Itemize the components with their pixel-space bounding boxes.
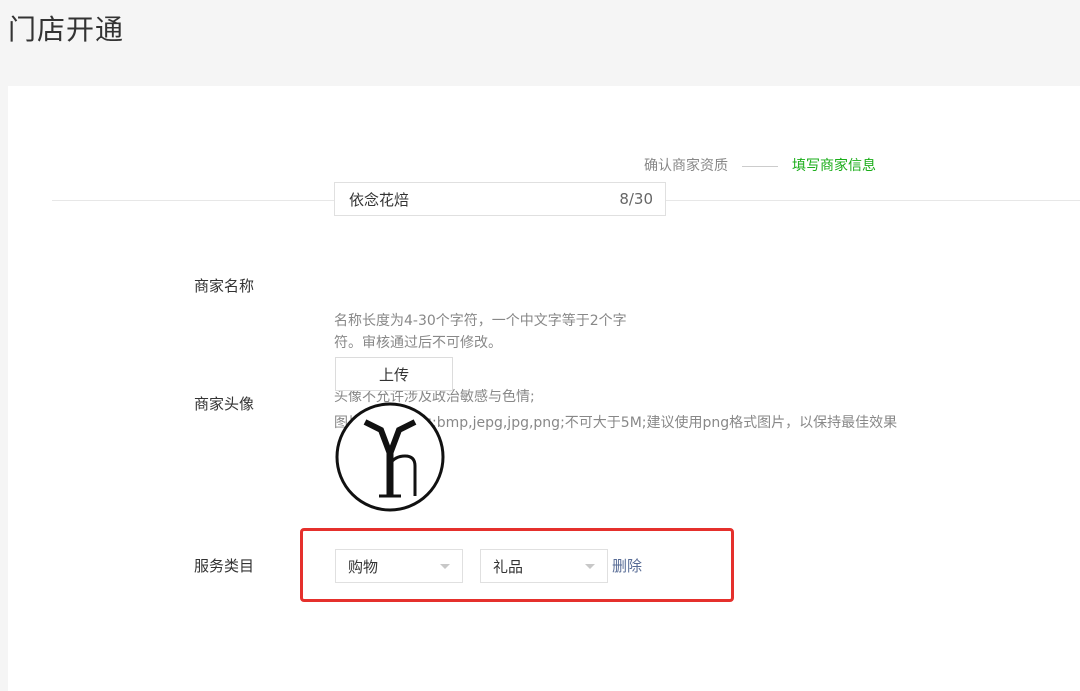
- category-primary-select[interactable]: 购物: [335, 549, 463, 583]
- chevron-down-icon: [440, 563, 450, 569]
- page-title: 门店开通: [8, 13, 125, 46]
- category-secondary-value: 礼品: [493, 557, 524, 576]
- chevron-down-icon: [585, 563, 595, 569]
- merchant-name-value: 依念花焙: [349, 190, 410, 209]
- avatar-logo-icon: [335, 402, 445, 512]
- service-category-label: 服务类目: [194, 557, 255, 575]
- merchant-name-input[interactable]: 依念花焙 8/30: [334, 182, 666, 216]
- category-secondary-select[interactable]: 礼品: [480, 549, 608, 583]
- step-connector: [742, 165, 778, 167]
- merchant-name-hint-1: 名称长度为4-30个字符，一个中文字等于2个字: [334, 313, 627, 329]
- char-counter: 8/30: [619, 190, 653, 208]
- merchant-avatar-label: 商家头像: [194, 395, 255, 413]
- delete-category-link[interactable]: 删除: [612, 556, 642, 576]
- step-fill-merchant-info: 填写商家信息: [792, 158, 876, 174]
- upload-button[interactable]: 上传: [335, 357, 453, 391]
- category-primary-value: 购物: [348, 557, 379, 576]
- step-confirm-qualification: 确认商家资质: [644, 158, 728, 174]
- merchant-name-label: 商家名称: [194, 277, 255, 295]
- step-indicator: 确认商家资质 填写商家信息: [644, 156, 876, 176]
- merchant-name-hint-2: 符。审核通过后不可修改。: [334, 335, 502, 351]
